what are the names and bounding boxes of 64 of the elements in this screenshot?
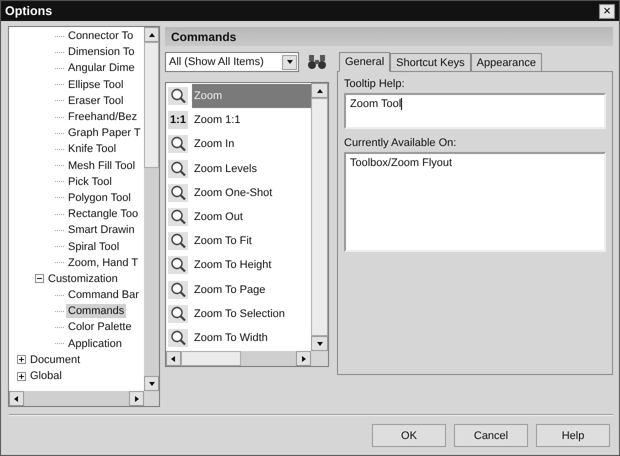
dialog-button[interactable]: Cancel — [454, 424, 528, 447]
down-arrow-icon[interactable] — [316, 340, 324, 348]
section-title: Commands — [171, 30, 236, 44]
tree-item[interactable]: Command Bar — [66, 288, 141, 302]
tab[interactable]: Appearance — [470, 53, 542, 71]
horizontal-scrollbar[interactable] — [9, 391, 144, 406]
tree-item[interactable]: Angular Dime — [66, 61, 137, 76]
field-label: Currently Available On: — [344, 137, 458, 149]
tree-item[interactable]: Document — [28, 352, 82, 367]
tree-item[interactable]: Connector To — [66, 29, 136, 44]
command-item[interactable]: Zoom 1:1 — [192, 108, 240, 132]
tree-item[interactable]: Eraser Tool — [66, 94, 126, 108]
vertical-scrollbar[interactable] — [144, 27, 159, 391]
command-item[interactable]: Zoom To Selection — [192, 302, 285, 326]
up-arrow-icon[interactable] — [316, 86, 324, 94]
tree-item[interactable]: Spiral Tool — [66, 240, 122, 254]
command-item[interactable]: Zoom — [192, 84, 311, 108]
command-item[interactable]: Zoom To Height — [192, 253, 272, 278]
tree-item[interactable]: Dimension To — [66, 45, 136, 60]
tree-item[interactable]: Zoom, Hand T — [66, 256, 140, 270]
tree-item[interactable]: Mesh Fill Tool — [66, 158, 138, 173]
command-item[interactable]: Zoom In — [192, 132, 234, 157]
tab[interactable]: Shortcut Keys — [390, 53, 471, 71]
down-arrow-icon[interactable] — [286, 58, 294, 66]
command-item[interactable]: Zoom One-Shot — [192, 180, 272, 205]
up-arrow-icon[interactable] — [148, 30, 156, 38]
tree-item[interactable]: Freehand/Bez — [66, 110, 140, 124]
tree-item[interactable]: Pick Tool — [66, 174, 114, 189]
tree-item[interactable]: Rectangle Too — [66, 207, 140, 222]
close-button[interactable]: × — [599, 4, 615, 18]
tab[interactable]: General — [339, 52, 390, 72]
tree-item[interactable]: Knife Tool — [66, 142, 118, 156]
tree-item[interactable]: Ellipse Tool — [66, 78, 126, 92]
dialog-button[interactable]: OK — [372, 424, 446, 447]
command-item[interactable]: Zoom To Fit — [192, 229, 252, 254]
command-item[interactable]: Zoom To Page — [192, 278, 266, 302]
vertical-scrollbar[interactable] — [311, 83, 328, 351]
tree-item[interactable]: Color Palette — [66, 320, 134, 334]
expand-icon[interactable] — [17, 355, 26, 364]
tree-item[interactable]: Graph Paper T — [66, 126, 143, 140]
horizontal-scrollbar[interactable] — [166, 351, 311, 366]
command-item[interactable]: Zoom Out — [192, 204, 243, 230]
filter-dropdown[interactable]: All (Show All Items) — [165, 52, 299, 72]
tree-item[interactable]: Application — [66, 336, 124, 351]
collapse-icon[interactable] — [35, 274, 44, 284]
dialog-button[interactable]: Help — [536, 424, 610, 447]
tree-item[interactable]: Polygon Tool — [66, 190, 133, 205]
expand-icon[interactable] — [17, 372, 26, 381]
tree-item[interactable]: Global — [28, 369, 64, 384]
right-arrow-icon[interactable] — [300, 354, 308, 362]
right-arrow-icon[interactable] — [132, 394, 140, 402]
left-arrow-icon[interactable] — [12, 394, 20, 402]
command-item[interactable]: Zoom To Width — [192, 326, 268, 350]
left-arrow-icon[interactable] — [170, 354, 178, 362]
field-label: Tooltip Help: — [344, 78, 406, 90]
window-title: Options — [5, 4, 52, 18]
down-arrow-icon[interactable] — [148, 380, 156, 388]
tree-item[interactable]: Customization — [46, 272, 120, 286]
tree-item[interactable]: Commands — [66, 304, 126, 318]
available-on-field[interactable]: Toolbox/Zoom Flyout — [344, 152, 606, 252]
tree-item[interactable]: Smart Drawin — [66, 223, 137, 238]
tooltip-field[interactable]: Zoom Tool — [344, 93, 606, 129]
command-item[interactable]: Zoom Levels — [192, 156, 257, 181]
ratio-icon: 1:1 — [168, 111, 188, 130]
